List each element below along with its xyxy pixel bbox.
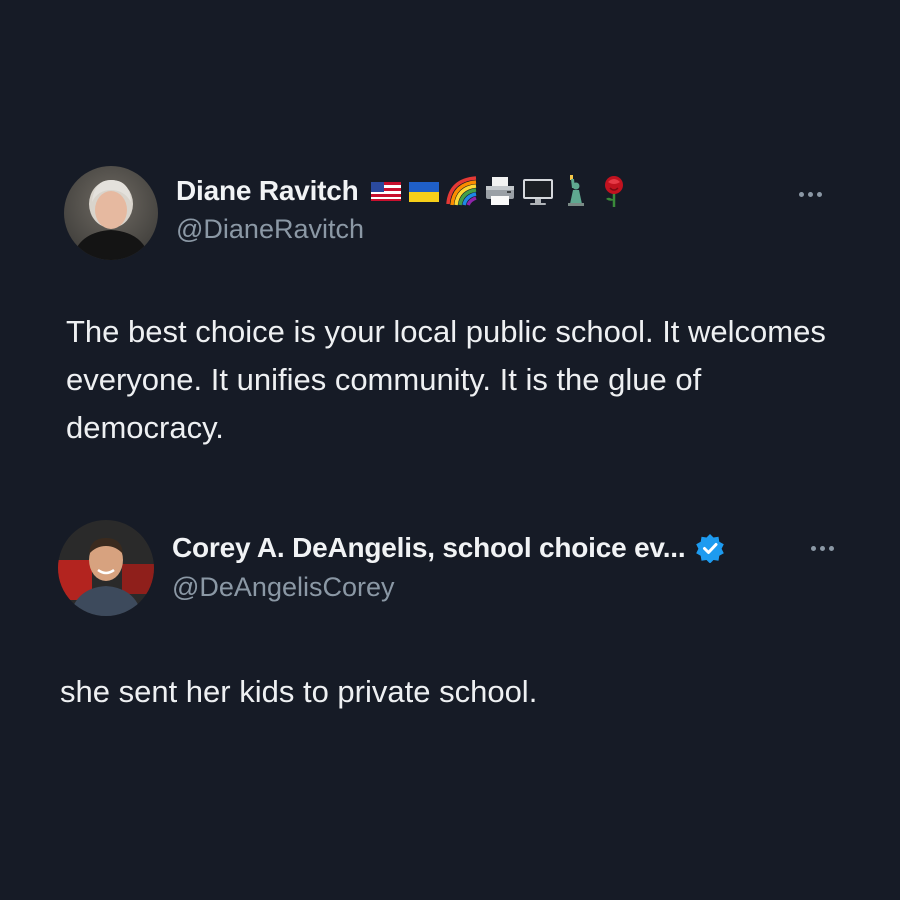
verified-badge-icon: [696, 534, 725, 563]
statue-of-liberty-icon: [567, 175, 584, 206]
more-dots-icon: [810, 545, 816, 551]
author-handle[interactable]: @DianeRavitch: [176, 214, 364, 245]
author-row: Corey A. DeAngelis, school choice ev...: [172, 532, 725, 564]
rainbow-icon: [445, 176, 477, 206]
rose-icon: [604, 176, 623, 207]
desktop-computer-icon: [522, 179, 553, 205]
more-options-button[interactable]: [792, 184, 828, 204]
display-name[interactable]: Diane Ravitch: [176, 175, 359, 207]
printer-icon: [485, 177, 514, 205]
author-row: Diane Ravitch: [176, 174, 631, 208]
avatar-photo: [58, 520, 154, 616]
display-name[interactable]: Corey A. DeAngelis, school choice ev...: [172, 532, 686, 564]
more-options-button[interactable]: [804, 538, 840, 558]
avatar[interactable]: [58, 520, 154, 616]
name-emojis: [369, 174, 631, 208]
more-dots-icon: [798, 191, 804, 197]
avatar-photo: [64, 166, 158, 260]
avatar[interactable]: [64, 166, 158, 260]
ukraine-flag-icon: [408, 182, 439, 202]
tweet-text: The best choice is your local public sch…: [66, 314, 826, 445]
us-flag-icon: [370, 182, 401, 201]
tweet-text: she sent her kids to private school.: [60, 674, 538, 709]
author-handle[interactable]: @DeAngelisCorey: [172, 572, 395, 603]
